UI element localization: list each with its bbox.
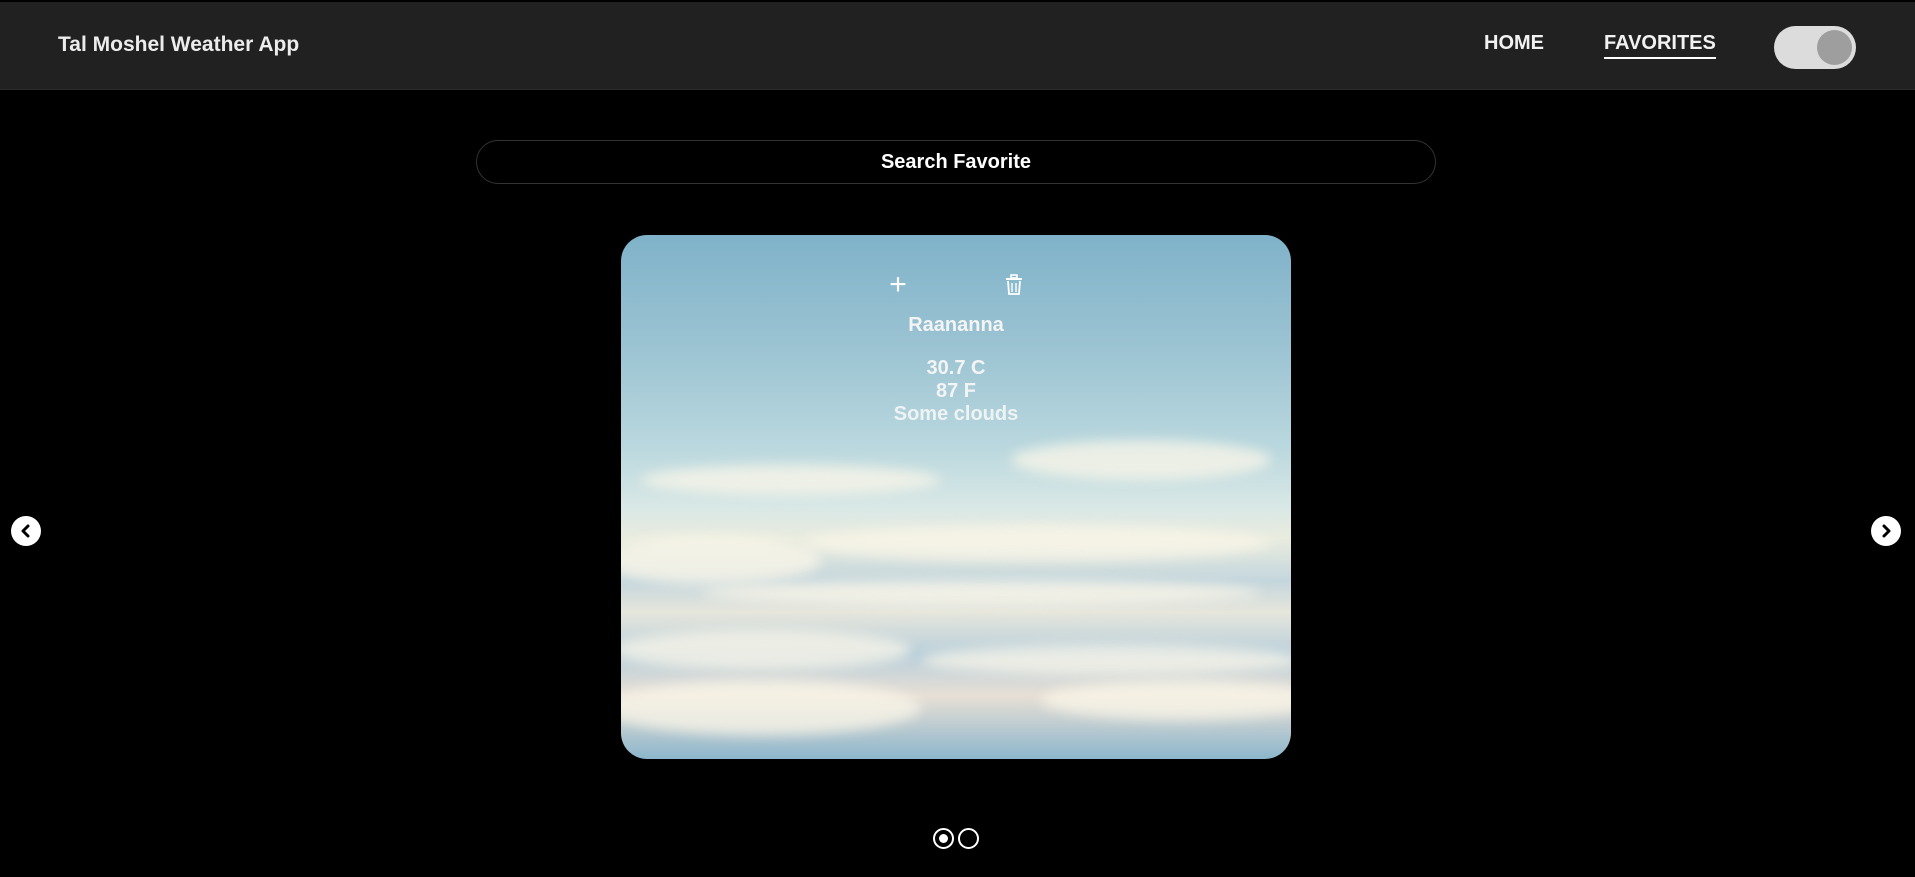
weather-condition: Some clouds <box>893 403 1019 425</box>
nav-home-link[interactable]: HOME <box>1484 32 1544 57</box>
top-navbar: Tal Moshel Weather App HOME FAVORITES <box>0 2 1915 90</box>
pagination-dot-2[interactable] <box>958 828 979 849</box>
active-dot-indicator <box>939 834 948 843</box>
delete-favorite-button[interactable] <box>1001 272 1027 298</box>
trash-icon <box>1006 274 1022 295</box>
nav-favorites-link[interactable]: FAVORITES <box>1604 32 1716 59</box>
theme-toggle[interactable] <box>1774 26 1856 69</box>
city-name: Raananna <box>908 314 1004 336</box>
carousel-prev-button[interactable] <box>11 516 41 546</box>
temperature-celsius: 30.7 C <box>926 357 986 379</box>
temperature-fahrenheit: 87 F <box>935 380 977 402</box>
carousel-next-button[interactable] <box>1871 516 1901 546</box>
plus-icon: + <box>889 268 907 301</box>
carousel-pagination <box>933 828 979 849</box>
app-title: Tal Moshel Weather App <box>58 33 300 56</box>
search-favorite-field[interactable] <box>476 140 1436 184</box>
search-input[interactable] <box>477 141 1435 183</box>
chevron-left-icon <box>21 524 30 538</box>
chevron-right-icon <box>1882 524 1891 538</box>
pagination-dot-1[interactable] <box>933 828 954 849</box>
add-favorite-button[interactable]: + <box>885 268 911 301</box>
toggle-knob <box>1817 30 1852 65</box>
